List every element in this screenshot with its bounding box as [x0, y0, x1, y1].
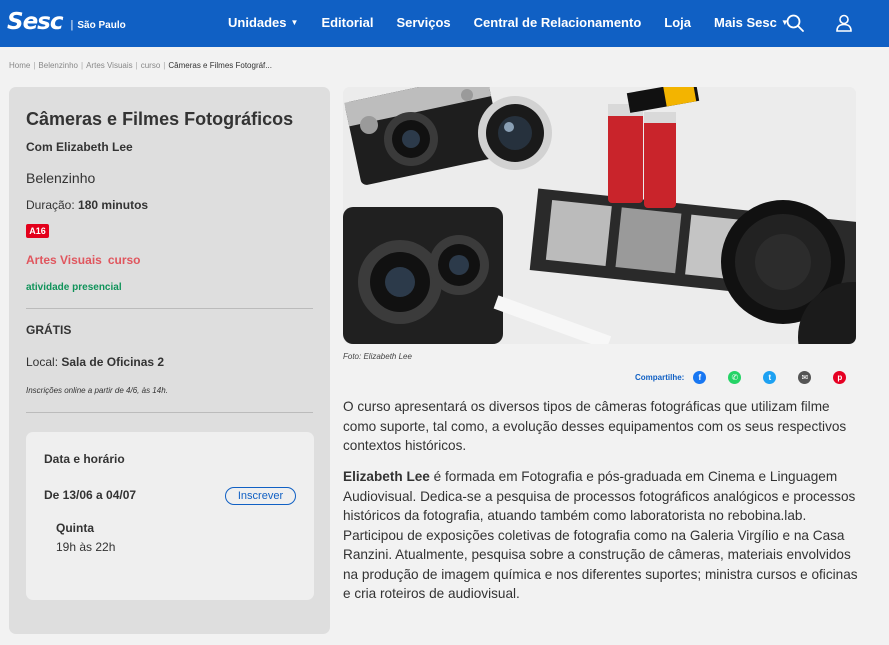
main-nav: Unidades ▼ Editorial Serviços Central de…	[228, 15, 812, 30]
breadcrumb-category[interactable]: Artes Visuais	[86, 61, 133, 70]
facebook-icon[interactable]: f	[693, 371, 707, 384]
breadcrumb-separator: |	[135, 61, 138, 70]
duration-value: 180 minutos	[78, 198, 149, 212]
nav-item-mais-sesc[interactable]: Mais Sesc ▼	[714, 15, 789, 30]
breadcrumb-separator: |	[33, 61, 36, 70]
pinterest-icon[interactable]: p	[833, 371, 847, 384]
nav-item-central-de-relacionamento[interactable]: Central de Relacionamento	[474, 15, 642, 30]
event-title: Câmeras e Filmes Fotográficos	[26, 109, 294, 129]
nav-label: Mais Sesc	[714, 15, 777, 30]
breadcrumb-unit[interactable]: Belenzinho	[38, 61, 78, 70]
event-location: Local: Sala de Oficinas 2	[26, 355, 164, 369]
sesc-logo[interactable]: Sesc | São Paulo	[7, 9, 126, 35]
camera-photo-illustration	[343, 87, 856, 344]
nav-item-unidades[interactable]: Unidades ▼	[228, 15, 298, 30]
age-rating-badge: A16	[26, 224, 49, 238]
breadcrumb: Home | Belenzinho | Artes Visuais | curs…	[9, 61, 272, 70]
schedule-box: Data e horário De 13/06 a 04/07 Inscreve…	[26, 432, 314, 600]
nav-label: Unidades	[228, 15, 287, 30]
event-categories: Artes Visuais curso	[26, 253, 141, 267]
search-icon[interactable]	[785, 13, 805, 33]
nav-label: Editorial	[321, 15, 374, 30]
instructor-bio: Elizabeth Lee é formada em Fotografia e …	[343, 467, 858, 604]
logo-separator: |	[70, 19, 74, 31]
event-duration: Duração: 180 minutos	[26, 198, 148, 212]
breadcrumb-separator: |	[81, 61, 84, 70]
logo-wordmark: Sesc	[7, 9, 63, 35]
breadcrumb-separator: |	[163, 61, 166, 70]
category-link[interactable]: Artes Visuais	[26, 253, 102, 267]
twitter-icon[interactable]: t	[763, 371, 777, 384]
logo-city: São Paulo	[77, 19, 126, 31]
location-label: Local:	[26, 355, 59, 369]
nav-label: Central de Relacionamento	[473, 15, 642, 30]
breadcrumb-type[interactable]: curso	[141, 61, 161, 70]
caret-down-icon: ▼	[290, 18, 299, 27]
nav-label: Serviços	[396, 15, 451, 30]
instructor-name: Elizabeth Lee	[343, 469, 430, 484]
photo-caption: Foto: Elizabeth Lee	[343, 352, 412, 361]
register-button[interactable]: Inscrever	[225, 487, 296, 505]
schedule-time: 19h às 22h	[56, 540, 116, 554]
breadcrumb-home[interactable]: Home	[9, 61, 30, 70]
divider	[26, 308, 313, 309]
nav-item-servicos[interactable]: Serviços	[396, 15, 450, 30]
location-value: Sala de Oficinas 2	[61, 355, 165, 369]
divider	[26, 412, 313, 413]
registration-note: Inscrições online a partir de 4/6, às 14…	[26, 386, 168, 395]
share-bar: Compartilhe: f ✆ t ✉ p	[635, 371, 847, 384]
event-description: O curso apresentará os diversos tipos de…	[343, 399, 847, 453]
event-subtitle: Com Elizabeth Lee	[26, 140, 133, 154]
category-link[interactable]: curso	[108, 253, 141, 267]
instructor-bio-text: é formada em Fotografia e pós-graduada e…	[343, 469, 858, 601]
schedule-title: Data e horário	[44, 452, 125, 466]
duration-label: Duração:	[26, 198, 75, 212]
user-icon[interactable]	[834, 13, 854, 33]
share-label: Compartilhe:	[635, 373, 685, 382]
schedule-day: Quinta	[56, 521, 94, 535]
whatsapp-icon[interactable]: ✆	[728, 371, 742, 384]
breadcrumb-current: Câmeras e Filmes Fotográf...	[168, 61, 272, 70]
email-icon[interactable]: ✉	[798, 371, 812, 384]
nav-label: Loja	[664, 15, 691, 30]
event-unit[interactable]: Belenzinho	[26, 170, 95, 186]
event-price: GRÁTIS	[26, 323, 72, 337]
site-header: Sesc | São Paulo Unidades ▼ Editorial Se…	[0, 0, 889, 47]
nav-item-editorial[interactable]: Editorial	[321, 15, 373, 30]
event-photo	[343, 87, 856, 344]
event-mode: atividade presencial	[26, 282, 122, 293]
schedule-dates: De 13/06 a 04/07	[44, 488, 137, 502]
event-info-card: Câmeras e Filmes Fotográficos Com Elizab…	[9, 87, 330, 634]
nav-item-loja[interactable]: Loja	[664, 15, 691, 30]
